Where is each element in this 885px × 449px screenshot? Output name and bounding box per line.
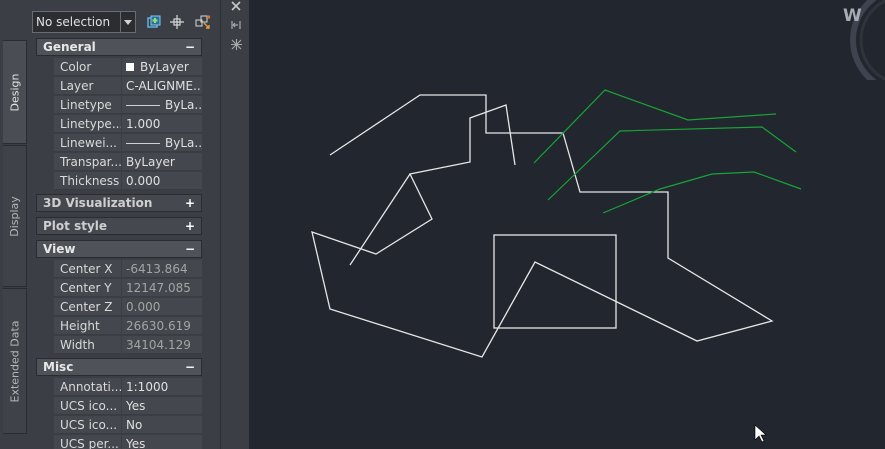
property-label: Center Z: [54, 298, 121, 316]
property-label: Annotati...: [54, 378, 121, 396]
collapse-icon[interactable]: −: [185, 359, 195, 375]
property-value[interactable]: ByLa...: [122, 96, 202, 114]
property-label: Linewei...: [54, 134, 121, 152]
viewcube-compass-west[interactable]: W: [843, 6, 862, 26]
property-label: Center X: [54, 260, 121, 278]
section-plot-style[interactable]: Plot style +: [36, 217, 202, 235]
property-value-text: ByLa...: [165, 136, 202, 150]
cursor-arrow-icon: [754, 424, 767, 443]
property-label: Linetype: [54, 96, 121, 114]
collapse-icon[interactable]: −: [185, 241, 195, 257]
property-label: UCS per...: [54, 435, 121, 449]
property-value[interactable]: No: [122, 416, 202, 434]
property-value[interactable]: 0.000: [122, 172, 202, 190]
tab-extended-data-label: Extended Data: [8, 319, 22, 403]
property-row-thickness[interactable]: Thickness 0.000: [36, 172, 202, 191]
property-row-linetype[interactable]: Linetype ByLa...: [36, 96, 202, 115]
properties-settings-icon[interactable]: [230, 38, 242, 50]
property-label: Transpar...: [54, 153, 121, 171]
properties-panel: No selection General − Color ByLayer Lay…: [30, 0, 220, 449]
lineweight-sample-icon: [126, 143, 160, 144]
section-view[interactable]: View −: [36, 240, 202, 258]
property-value-text: ByLayer: [140, 60, 189, 74]
property-row-center-z[interactable]: Center Z 0.000: [36, 298, 202, 317]
property-row-color[interactable]: Color ByLayer: [36, 58, 202, 77]
section-plot-style-title: Plot style: [43, 219, 108, 233]
property-label: Width: [54, 336, 121, 354]
property-label: Thickness: [54, 172, 121, 190]
expand-icon[interactable]: +: [185, 195, 195, 211]
tab-design[interactable]: Design: [3, 40, 27, 144]
property-row-height[interactable]: Height 26630.619: [36, 317, 202, 336]
property-row-layer[interactable]: Layer C-ALIGNME...: [36, 77, 202, 96]
section-3d-visualization-title: 3D Visualization: [43, 196, 153, 210]
property-row-transparency[interactable]: Transpar... ByLayer: [36, 153, 202, 172]
property-label: UCS ico...: [54, 416, 121, 434]
property-row-center-x[interactable]: Center X -6413.864: [36, 260, 202, 279]
property-label: Height: [54, 317, 121, 335]
color-swatch-icon: [126, 63, 134, 71]
auto-hide-icon[interactable]: [230, 19, 242, 31]
tab-display-label: Display: [8, 195, 22, 237]
property-row-ucs-icon-at-origin[interactable]: UCS ico... No: [36, 416, 202, 435]
select-objects-icon[interactable]: [168, 13, 186, 31]
property-row-center-y[interactable]: Center Y 12147.085: [36, 279, 202, 298]
tab-extended-data[interactable]: Extended Data: [3, 288, 27, 434]
property-label: Layer: [54, 77, 121, 95]
section-misc[interactable]: Misc −: [36, 358, 202, 376]
section-view-title: View: [43, 242, 76, 256]
tab-design-label: Design: [8, 73, 22, 111]
property-label: UCS ico...: [54, 397, 121, 415]
property-value[interactable]: 1.000: [122, 115, 202, 133]
property-value: 12147.085: [122, 279, 202, 297]
property-label: Center Y: [54, 279, 121, 297]
palette-tab-strip: Design Display Extended Data: [0, 0, 30, 449]
section-general-title: General: [43, 40, 96, 54]
property-value[interactable]: ByLa...: [122, 134, 202, 152]
property-row-ucs-icon-on[interactable]: UCS ico... Yes: [36, 397, 202, 416]
property-row-width[interactable]: Width 34104.129: [36, 336, 202, 355]
property-value: -6413.864: [122, 260, 202, 278]
property-value: 26630.619: [122, 317, 202, 335]
drawing-canvas[interactable]: [249, 0, 885, 449]
property-value[interactable]: ByLayer: [122, 58, 202, 76]
property-value[interactable]: 1:1000: [122, 378, 202, 396]
close-icon[interactable]: [230, 0, 242, 12]
palette-title-strip: [220, 0, 249, 449]
property-label: Color: [54, 58, 121, 76]
expand-icon[interactable]: +: [185, 218, 195, 234]
selection-dropdown[interactable]: No selection: [32, 11, 136, 33]
property-value[interactable]: Yes: [122, 435, 202, 449]
chevron-down-icon[interactable]: [120, 12, 135, 32]
property-value[interactable]: ByLayer: [122, 153, 202, 171]
section-misc-title: Misc: [43, 360, 74, 374]
linetype-sample-icon: [126, 105, 160, 106]
collapse-icon[interactable]: −: [185, 39, 195, 55]
property-row-lineweight[interactable]: Linewei... ByLa...: [36, 134, 202, 153]
property-value[interactable]: Yes: [122, 397, 202, 415]
property-value: 34104.129: [122, 336, 202, 354]
property-value-text: ByLa...: [165, 98, 202, 112]
viewcube[interactable]: W: [838, 0, 885, 122]
white-polylines: [311, 94, 774, 358]
section-general[interactable]: General −: [36, 38, 202, 56]
property-row-linetype-scale[interactable]: Linetype... 1.000: [36, 115, 202, 134]
property-value[interactable]: C-ALIGNME...: [122, 77, 202, 95]
property-value: 0.000: [122, 298, 202, 316]
property-row-ucs-per-viewport[interactable]: UCS per... Yes: [36, 435, 202, 449]
toggle-pickadd-icon[interactable]: [194, 13, 212, 31]
selection-value: No selection: [36, 15, 111, 29]
section-3d-visualization[interactable]: 3D Visualization +: [36, 194, 202, 212]
property-label: Linetype...: [54, 115, 121, 133]
quick-select-icon[interactable]: [145, 13, 163, 31]
tab-display[interactable]: Display: [3, 145, 27, 287]
property-row-annotation-scale[interactable]: Annotati... 1:1000: [36, 378, 202, 397]
